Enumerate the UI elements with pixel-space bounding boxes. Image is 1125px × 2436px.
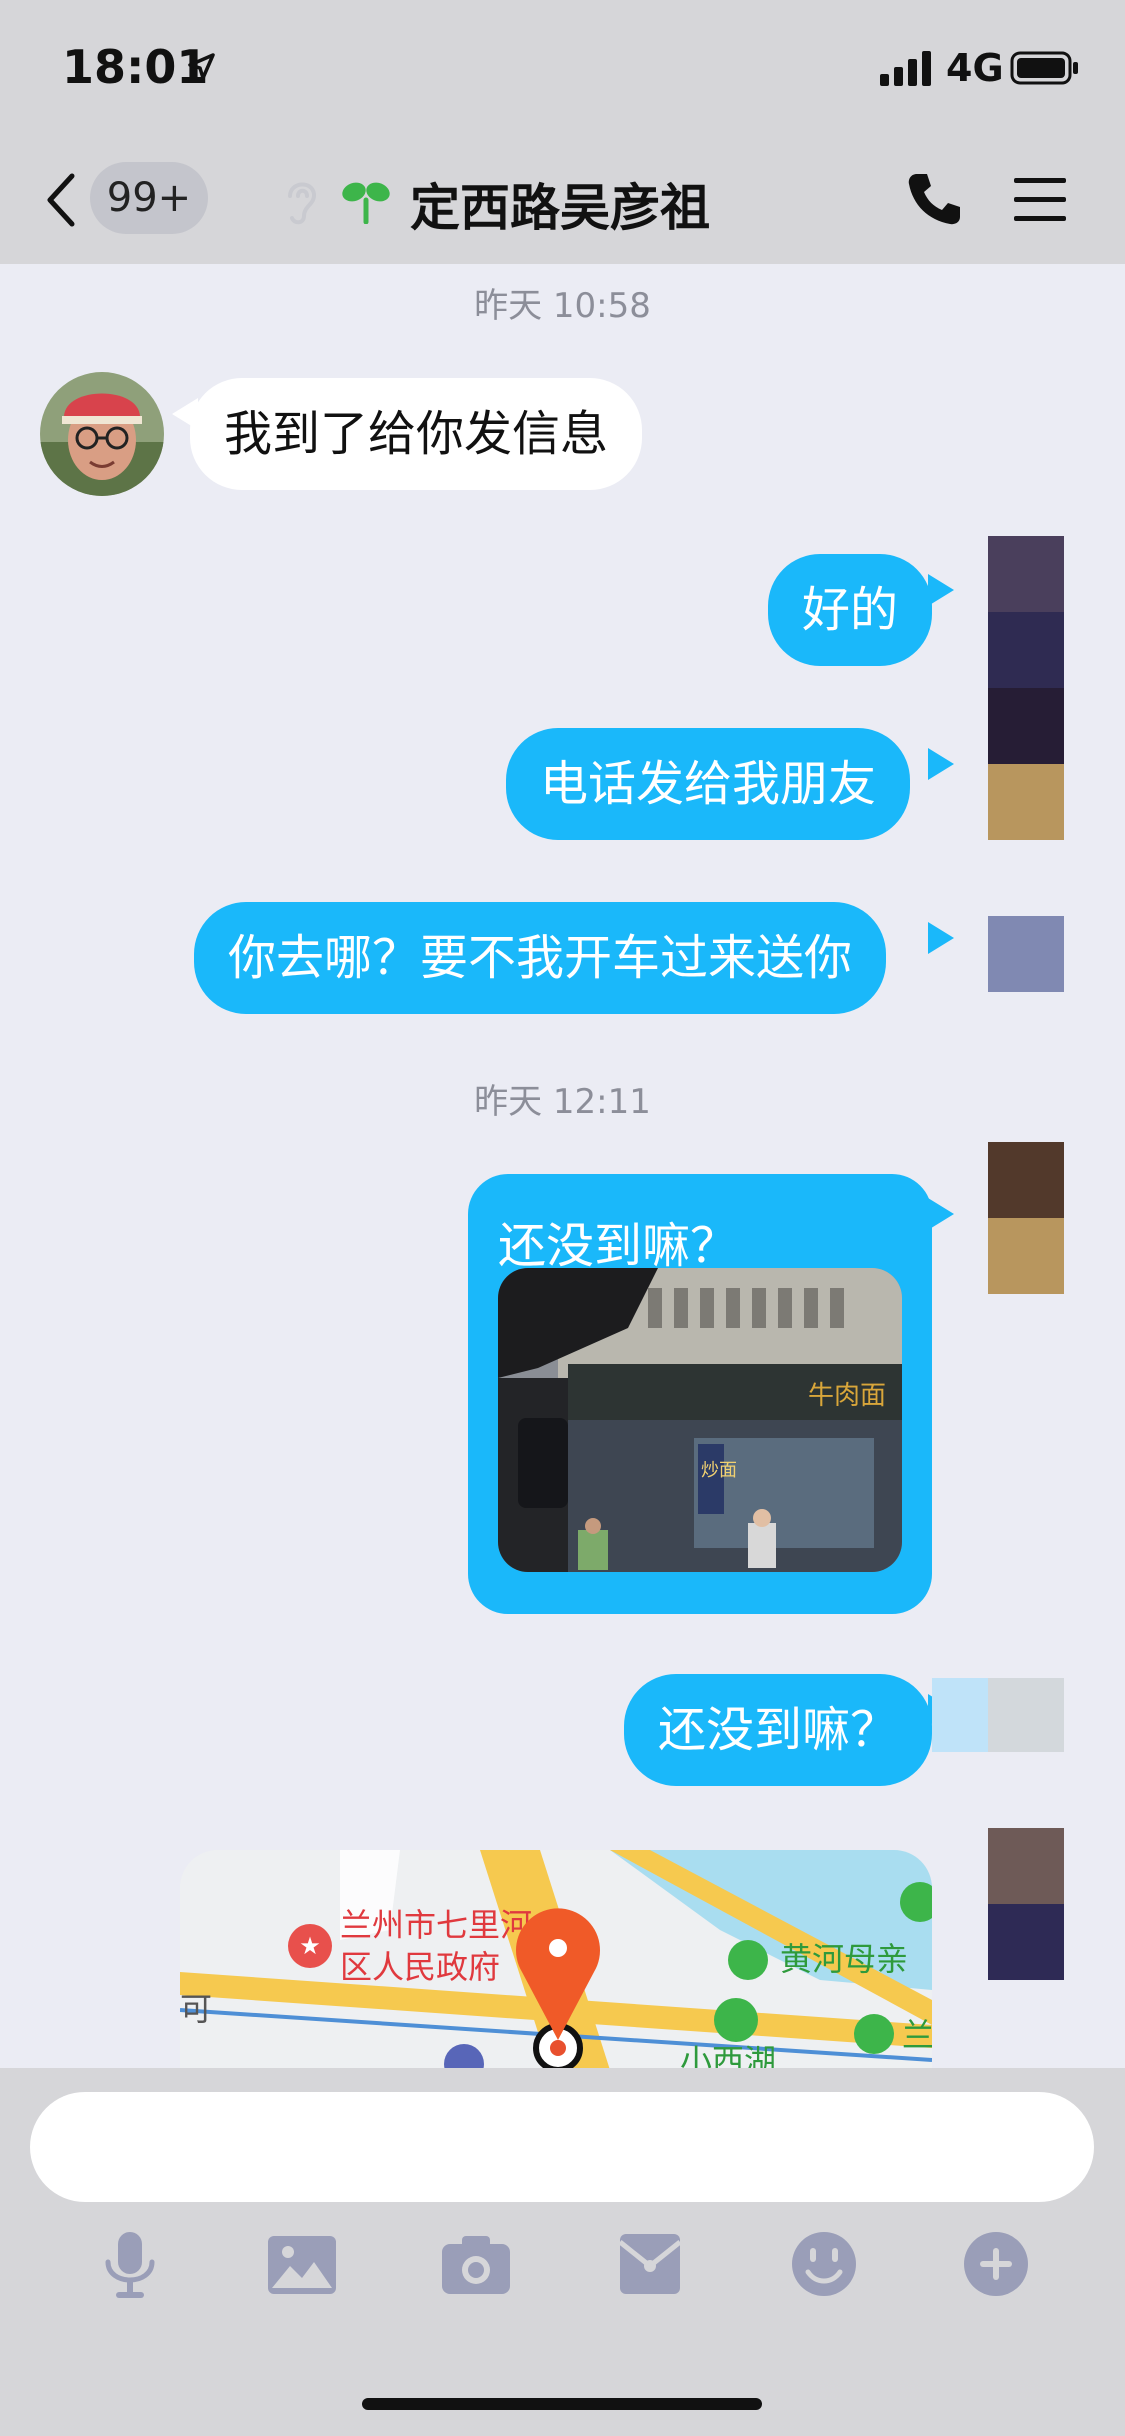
bubble-tail xyxy=(928,574,954,606)
status-bar: 18:01 4G xyxy=(0,0,1125,140)
incoming-message[interactable]: 我到了给你发信息 xyxy=(190,378,643,490)
outgoing-message[interactable]: 还没到嘛？ xyxy=(624,1674,933,1786)
svg-text:★: ★ xyxy=(299,1932,321,1960)
message-composer xyxy=(0,2068,1125,2436)
user-avatar-swatch xyxy=(988,1678,1064,1752)
ear-icon[interactable] xyxy=(278,174,324,226)
map-view: ★ 兰州市七里河 区人民政府 黄河母亲 小西湖 兰 可 xyxy=(180,1850,932,2070)
contact-avatar[interactable] xyxy=(40,372,164,496)
timestamp: 昨天 10:58 xyxy=(474,286,651,326)
sprout-icon xyxy=(342,182,390,224)
user-avatar-swatch xyxy=(988,916,1064,992)
outgoing-message[interactable]: 电话发给我朋友 xyxy=(506,728,911,840)
emoji-icon[interactable] xyxy=(788,2228,860,2300)
battery-icon xyxy=(1010,51,1078,85)
street-photo: 牛肉面 炒面 xyxy=(498,1268,902,1572)
map-label: 兰 xyxy=(902,2016,932,2054)
location-arrow-icon xyxy=(188,53,215,80)
user-avatar-swatch xyxy=(988,688,1064,764)
signal-strength-icon xyxy=(880,51,931,86)
user-avatar-swatch xyxy=(988,1904,1064,1980)
menu-icon[interactable] xyxy=(1012,174,1068,226)
outgoing-message[interactable]: 好的 xyxy=(768,554,933,666)
camera-icon[interactable] xyxy=(440,2228,512,2300)
bubble-tail xyxy=(928,922,954,954)
chat-title: 定西路吴彦祖 xyxy=(410,179,710,237)
user-avatar-swatch xyxy=(988,1142,1064,1218)
contact-avatar-image xyxy=(40,372,164,496)
map-label: 可 xyxy=(180,1990,212,2028)
bubble-tail xyxy=(928,1198,954,1230)
home-indicator[interactable] xyxy=(362,2398,762,2410)
plus-icon[interactable] xyxy=(960,2228,1032,2300)
outgoing-image-message[interactable]: 还没到嘛？ 牛肉面 炒面 xyxy=(468,1174,932,1614)
chat-header: 99+ 定西路吴彦祖 xyxy=(0,140,1125,264)
envelope-icon[interactable] xyxy=(614,2228,686,2300)
photo-thumbnail[interactable]: 牛肉面 炒面 xyxy=(498,1268,902,1572)
image-icon[interactable] xyxy=(266,2228,338,2300)
outgoing-message[interactable]: 你去哪？要不我开车过来送你 xyxy=(194,902,887,1014)
image-caption: 还没到嘛？ xyxy=(498,1218,739,1274)
user-avatar-swatch xyxy=(988,1218,1064,1294)
timestamp: 昨天 12:11 xyxy=(474,1082,651,1122)
map-label: 兰州市七里河 xyxy=(340,1906,532,1944)
map-label: 区人民政府 xyxy=(340,1948,500,1986)
back-chevron-icon[interactable] xyxy=(44,170,78,230)
user-avatar-swatch xyxy=(988,1828,1064,1904)
unread-count-badge[interactable]: 99+ xyxy=(90,162,208,234)
side-sign: 炒面 xyxy=(701,1460,737,1481)
map-label: 小西湖 xyxy=(680,2042,776,2070)
map-label: 黄河母亲 xyxy=(780,1940,908,1978)
shop-sign: 牛肉面 xyxy=(808,1381,886,1411)
user-avatar-swatch xyxy=(932,1678,988,1752)
user-avatar-swatch xyxy=(988,536,1064,612)
microphone-icon[interactable] xyxy=(94,2228,166,2300)
user-avatar-swatch xyxy=(988,612,1064,688)
message-input[interactable] xyxy=(30,2092,1094,2202)
network-type: 4G xyxy=(946,46,1004,90)
location-map-message[interactable]: ★ 兰州市七里河 区人民政府 黄河母亲 小西湖 兰 可 xyxy=(180,1850,932,2070)
bubble-tail xyxy=(928,748,954,780)
user-avatar-swatch xyxy=(988,764,1064,840)
phone-call-icon[interactable] xyxy=(905,170,963,228)
